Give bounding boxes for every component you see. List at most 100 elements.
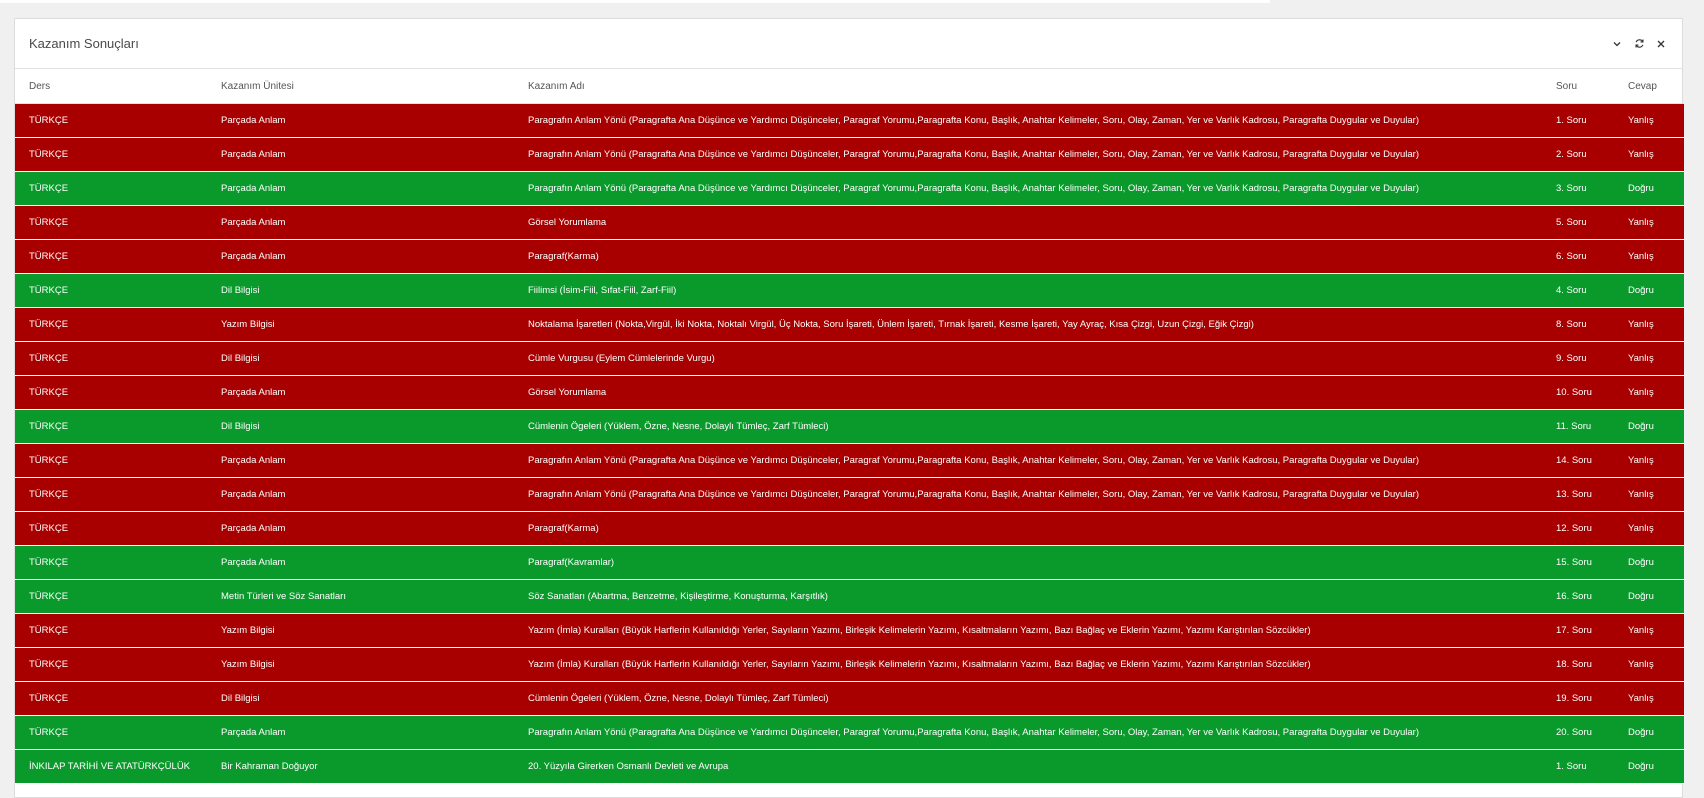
table-row[interactable]: TÜRKÇE Parçada Anlam Paragrafın Anlam Yönü… — [15, 715, 1684, 750]
table-row[interactable]: TÜRKÇE Parçada Anlam Paragrafın Anlam Yönü… — [15, 103, 1684, 138]
cell-ad: Paragrafın Anlam Yönü (Paragrafta Ana Dü… — [528, 455, 1420, 466]
cell-ders: TÜRKÇE — [29, 727, 69, 738]
cell-soru: 10. Soru — [1556, 387, 1592, 398]
cell-soru: 13. Soru — [1556, 489, 1592, 500]
cell-unite: Dil Bilgisi — [221, 693, 260, 704]
cell-unite: Yazım Bilgisi — [221, 319, 275, 330]
chevron-down-icon[interactable] — [1610, 37, 1624, 51]
close-icon[interactable] — [1654, 37, 1668, 51]
table-row[interactable]: TÜRKÇE Parçada Anlam Paragrafın Anlam Yönü… — [15, 171, 1684, 206]
cell-ders: TÜRKÇE — [29, 523, 69, 534]
cell-ders: TÜRKÇE — [29, 387, 69, 398]
cell-ders: İNKILAP TARİHİ VE ATATÜRKÇÜLÜK — [29, 761, 191, 772]
cell-ders: TÜRKÇE — [29, 115, 69, 126]
cell-unite: Parçada Anlam — [221, 557, 286, 568]
panel-header: Kazanım Sonuçları — [15, 19, 1682, 69]
cell-cevap: Yanlış — [1628, 353, 1654, 364]
cell-soru: 17. Soru — [1556, 625, 1592, 636]
cell-ders: TÜRKÇE — [29, 557, 69, 568]
cell-soru: 9. Soru — [1556, 353, 1587, 364]
header-soru[interactable]: Soru — [1550, 69, 1622, 104]
cell-ad: 20. Yüzyıla Girerken Osmanlı Devleti ve … — [528, 761, 729, 772]
cell-cevap: Yanlış — [1628, 489, 1654, 500]
cell-ders: TÜRKÇE — [29, 421, 69, 432]
table-row[interactable]: TÜRKÇE Metin Türleri ve Söz Sanatları Söz … — [15, 579, 1684, 614]
cell-unite: Dil Bilgisi — [221, 353, 260, 364]
cell-cevap: Yanlış — [1628, 523, 1654, 534]
cell-ad: Paragraf(Karma) — [528, 523, 599, 534]
cell-ad: Paragrafın Anlam Yönü (Paragrafta Ana Dü… — [528, 183, 1420, 194]
cell-unite: Parçada Anlam — [221, 183, 286, 194]
cell-soru: 1. Soru — [1556, 761, 1587, 772]
panel-tools — [1610, 37, 1668, 51]
cell-cevap: Yanlış — [1628, 115, 1654, 126]
cell-ad: Paragrafın Anlam Yönü (Paragrafta Ana Dü… — [528, 115, 1420, 126]
table-row[interactable]: TÜRKÇE Parçada Anlam Paragraf(Kavramlar) 15… — [15, 545, 1684, 580]
header-cevap[interactable]: Cevap — [1622, 69, 1684, 104]
cell-ad: Paragrafın Anlam Yönü (Paragrafta Ana Dü… — [528, 149, 1420, 160]
cell-soru: 12. Soru — [1556, 523, 1592, 534]
table-row[interactable]: TÜRKÇE Parçada Anlam Görsel Yorumlama 5. So… — [15, 205, 1684, 240]
cell-cevap: Yanlış — [1628, 217, 1654, 228]
cell-ad: Paragrafın Anlam Yönü (Paragrafta Ana Dü… — [528, 489, 1420, 500]
table-row[interactable]: TÜRKÇE Parçada Anlam Paragrafın Anlam Yönü… — [15, 137, 1684, 172]
cell-ders: TÜRKÇE — [29, 659, 69, 670]
results-table: Ders Kazanım Ünitesi Kazanım Adı Soru Ce… — [15, 69, 1684, 784]
cell-cevap: Yanlış — [1628, 387, 1654, 398]
table-header-row: Ders Kazanım Ünitesi Kazanım Adı Soru Ce… — [15, 69, 1684, 104]
cell-ders: TÜRKÇE — [29, 251, 69, 262]
cell-unite: Yazım Bilgisi — [221, 659, 275, 670]
cell-ders: TÜRKÇE — [29, 353, 69, 364]
cell-unite: Parçada Anlam — [221, 251, 286, 262]
table-row[interactable]: TÜRKÇE Parçada Anlam Paragrafın Anlam Yönü… — [15, 477, 1684, 512]
table-row[interactable]: TÜRKÇE Yazım Bilgisi Yazım (İmla) Kurallar… — [15, 647, 1684, 682]
cell-unite: Parçada Anlam — [221, 455, 286, 466]
table-row[interactable]: TÜRKÇE Dil Bilgisi Cümle Vurgusu (Eylem Cü… — [15, 341, 1684, 376]
cell-ad: Görsel Yorumlama — [528, 387, 607, 398]
cell-soru: 20. Soru — [1556, 727, 1592, 738]
cell-unite: Parçada Anlam — [221, 217, 286, 228]
cell-unite: Dil Bilgisi — [221, 285, 260, 296]
cell-unite: Parçada Anlam — [221, 489, 286, 500]
table-row[interactable]: TÜRKÇE Parçada Anlam Paragrafın Anlam Yönü… — [15, 443, 1684, 478]
panel-title: Kazanım Sonuçları — [29, 36, 139, 51]
table-row[interactable]: TÜRKÇE Parçada Anlam Paragraf(Karma) 12. So… — [15, 511, 1684, 546]
cell-ders: TÜRKÇE — [29, 693, 69, 704]
cell-ad: Cümlenin Ögeleri (Yüklem, Özne, Nesne, D… — [528, 693, 829, 704]
cell-soru: 18. Soru — [1556, 659, 1592, 670]
cell-ad: Paragrafın Anlam Yönü (Paragrafta Ana Dü… — [528, 727, 1420, 738]
header-unite[interactable]: Kazanım Ünitesi — [221, 69, 528, 104]
cell-soru: 8. Soru — [1556, 319, 1587, 330]
cell-ders: TÜRKÇE — [29, 285, 69, 296]
table-row[interactable]: İNKILAP TARİHİ VE ATATÜRKÇÜLÜK Bir Kahram… — [15, 749, 1684, 784]
table-row[interactable]: TÜRKÇE Yazım Bilgisi Noktalama İşaretleri … — [15, 307, 1684, 342]
cell-ders: TÜRKÇE — [29, 625, 69, 636]
cell-soru: 11. Soru — [1556, 421, 1592, 432]
cell-ad: Paragraf(Karma) — [528, 251, 599, 262]
cell-soru: 6. Soru — [1556, 251, 1587, 262]
table-row[interactable]: TÜRKÇE Parçada Anlam Görsel Yorumlama 10. S… — [15, 375, 1684, 410]
cell-unite: Metin Türleri ve Söz Sanatları — [221, 591, 346, 602]
table-row[interactable]: TÜRKÇE Dil Bilgisi Cümlenin Ögeleri (Yükle… — [15, 409, 1684, 444]
cell-cevap: Doğru — [1628, 285, 1654, 296]
table-row[interactable]: TÜRKÇE Dil Bilgisi Cümlenin Ögeleri (Yükle… — [15, 681, 1684, 716]
cell-ders: TÜRKÇE — [29, 489, 69, 500]
cell-ders: TÜRKÇE — [29, 149, 69, 160]
cell-ad: Paragraf(Kavramlar) — [528, 557, 615, 568]
cell-cevap: Yanlış — [1628, 693, 1654, 704]
table-row[interactable]: TÜRKÇE Dil Bilgisi Fiilimsi (İsim-Fiil, Sı… — [15, 273, 1684, 308]
cell-unite: Dil Bilgisi — [221, 421, 260, 432]
header-ders[interactable]: Ders — [15, 69, 221, 104]
table-row[interactable]: TÜRKÇE Parçada Anlam Paragraf(Karma) 6. Sor… — [15, 239, 1684, 274]
cell-soru: 5. Soru — [1556, 217, 1587, 228]
cell-soru: 14. Soru — [1556, 455, 1592, 466]
cell-ad: Yazım (İmla) Kuralları (Büyük Harflerin … — [528, 659, 1311, 670]
table-row[interactable]: TÜRKÇE Yazım Bilgisi Yazım (İmla) Kurallar… — [15, 613, 1684, 648]
top-strip — [0, 0, 1270, 3]
refresh-icon[interactable] — [1632, 37, 1646, 51]
header-ad[interactable]: Kazanım Adı — [528, 69, 1550, 104]
cell-soru: 19. Soru — [1556, 693, 1592, 704]
cell-soru: 1. Soru — [1556, 115, 1587, 126]
cell-unite: Parçada Anlam — [221, 149, 286, 160]
cell-cevap: Yanlış — [1628, 625, 1654, 636]
